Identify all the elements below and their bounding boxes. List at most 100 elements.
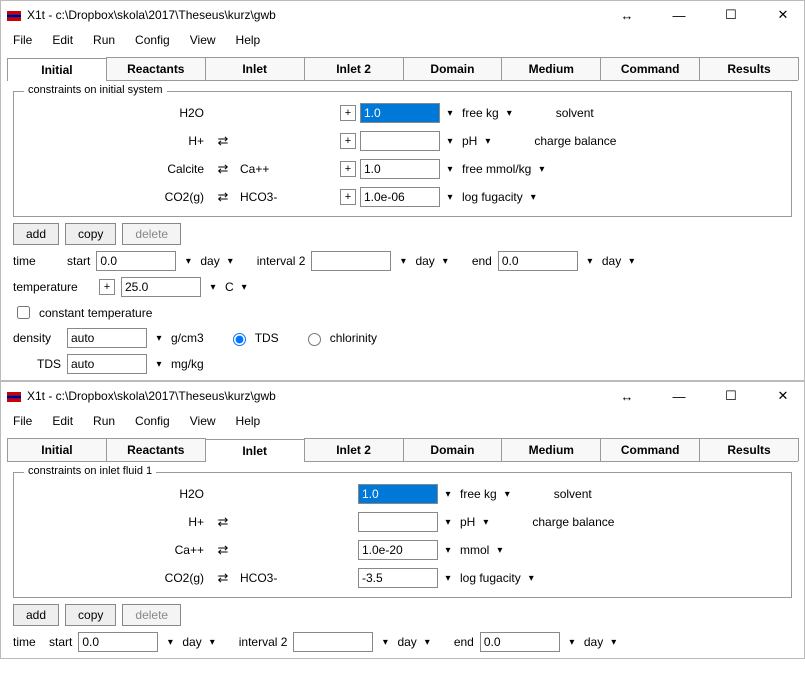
delete-button[interactable]: delete [122,223,181,245]
menu-config[interactable]: Config [127,31,178,49]
tab-results[interactable]: Results [699,57,799,80]
tab-inlet[interactable]: Inlet [205,57,305,80]
add-button[interactable]: add [13,223,59,245]
copy-button[interactable]: copy [65,223,116,245]
end-input[interactable] [498,251,578,271]
unit-caret[interactable]: ▾ [226,256,233,267]
tab-medium[interactable]: Medium [501,438,601,461]
tds-caret[interactable]: ▾ [153,359,165,370]
menu-help[interactable]: Help [228,412,269,430]
start-input[interactable] [78,632,158,652]
minimize-button[interactable]: — [664,386,694,406]
tab-reactants[interactable]: Reactants [106,438,206,461]
value-input[interactable] [358,484,438,504]
unit-label[interactable]: free kg [460,106,501,120]
tab-reactants[interactable]: Reactants [106,57,206,80]
tab-inlet2[interactable]: Inlet 2 [304,57,404,80]
maximize-button[interactable]: ☐ [716,5,746,25]
menu-edit[interactable]: Edit [44,31,81,49]
menu-edit[interactable]: Edit [44,412,81,430]
end-caret[interactable]: ▾ [584,256,596,267]
unit-label[interactable]: log fugacity [458,571,523,585]
value-menu-caret[interactable]: ▾ [444,136,456,147]
unit-label[interactable]: pH [460,134,479,148]
menu-file[interactable]: File [5,412,40,430]
unit-caret[interactable]: ▾ [627,256,634,267]
density-input[interactable] [67,328,147,348]
tab-inlet2[interactable]: Inlet 2 [304,438,404,461]
value-input[interactable] [360,159,440,179]
tab-initial[interactable]: Initial [7,438,107,461]
chlorinity-radio[interactable] [308,333,321,346]
unit-caret[interactable]: ▾ [529,192,536,203]
start-caret[interactable]: ▾ [182,256,194,267]
close-button[interactable]: ✕ [768,5,798,25]
interval-unit[interactable]: day [397,635,416,649]
menu-run[interactable]: Run [85,31,123,49]
density-caret[interactable]: ▾ [153,333,165,344]
swap-icon[interactable]: ⇄ [214,514,232,530]
value-menu-caret[interactable]: ▾ [444,164,456,175]
menu-run[interactable]: Run [85,412,123,430]
add-button[interactable]: add [13,604,59,626]
interval-input[interactable] [293,632,373,652]
tab-command[interactable]: Command [600,57,700,80]
unit-caret[interactable]: ▾ [505,108,512,119]
value-input[interactable] [360,103,440,123]
value-input[interactable] [360,187,440,207]
unit-label[interactable]: mmol [458,543,491,557]
menu-view[interactable]: View [182,412,224,430]
unit-caret[interactable]: ▾ [483,136,490,147]
plus-button[interactable]: + [340,161,356,177]
start-unit[interactable]: day [182,635,201,649]
unit-label[interactable]: log fugacity [460,190,525,204]
unit-caret[interactable]: ▾ [609,637,616,648]
unit-caret[interactable]: ▾ [495,545,502,556]
unit-caret[interactable]: ▾ [481,517,488,528]
temp-caret[interactable]: ▾ [207,282,219,293]
tab-inlet[interactable]: Inlet [205,439,305,462]
tds-input[interactable] [67,354,147,374]
constant-temperature-checkbox[interactable] [17,306,30,319]
start-unit[interactable]: day [200,254,219,268]
swap-icon[interactable]: ⇄ [214,570,232,586]
maximize-button[interactable]: ☐ [716,386,746,406]
end-caret[interactable]: ▾ [566,637,578,648]
value-input[interactable] [358,512,438,532]
restore-arrows-icon[interactable]: ↔ [612,5,642,25]
swap-icon[interactable]: ⇄ [214,542,232,558]
unit-caret[interactable]: ▾ [441,256,448,267]
value-input[interactable] [358,540,438,560]
value-menu-caret[interactable]: ▾ [442,489,454,500]
unit-label[interactable]: pH [458,515,477,529]
menu-config[interactable]: Config [127,412,178,430]
menu-view[interactable]: View [182,31,224,49]
minimize-button[interactable]: — [664,5,694,25]
tab-domain[interactable]: Domain [403,438,503,461]
value-menu-caret[interactable]: ▾ [444,192,456,203]
unit-label[interactable]: free kg [458,487,499,501]
interval-input[interactable] [311,251,391,271]
start-caret[interactable]: ▾ [164,637,176,648]
swap-icon[interactable]: ⇄ [214,189,232,205]
end-unit[interactable]: day [602,254,621,268]
plus-button[interactable]: + [340,105,356,121]
temperature-unit[interactable]: C [225,280,234,294]
tab-command[interactable]: Command [600,438,700,461]
value-menu-caret[interactable]: ▾ [444,108,456,119]
swap-icon[interactable]: ⇄ [214,161,232,177]
tab-domain[interactable]: Domain [403,57,503,80]
plus-button[interactable]: + [340,133,356,149]
value-menu-caret[interactable]: ▾ [442,545,454,556]
temperature-input[interactable] [121,277,201,297]
end-input[interactable] [480,632,560,652]
unit-caret[interactable]: ▾ [240,282,247,293]
start-input[interactable] [96,251,176,271]
unit-caret[interactable]: ▾ [503,489,510,500]
plus-button[interactable]: + [340,189,356,205]
unit-label[interactable]: free mmol/kg [460,162,533,176]
tab-initial[interactable]: Initial [7,58,107,81]
value-menu-caret[interactable]: ▾ [442,517,454,528]
plus-button[interactable]: + [99,279,115,295]
swap-icon[interactable]: ⇄ [214,133,232,149]
